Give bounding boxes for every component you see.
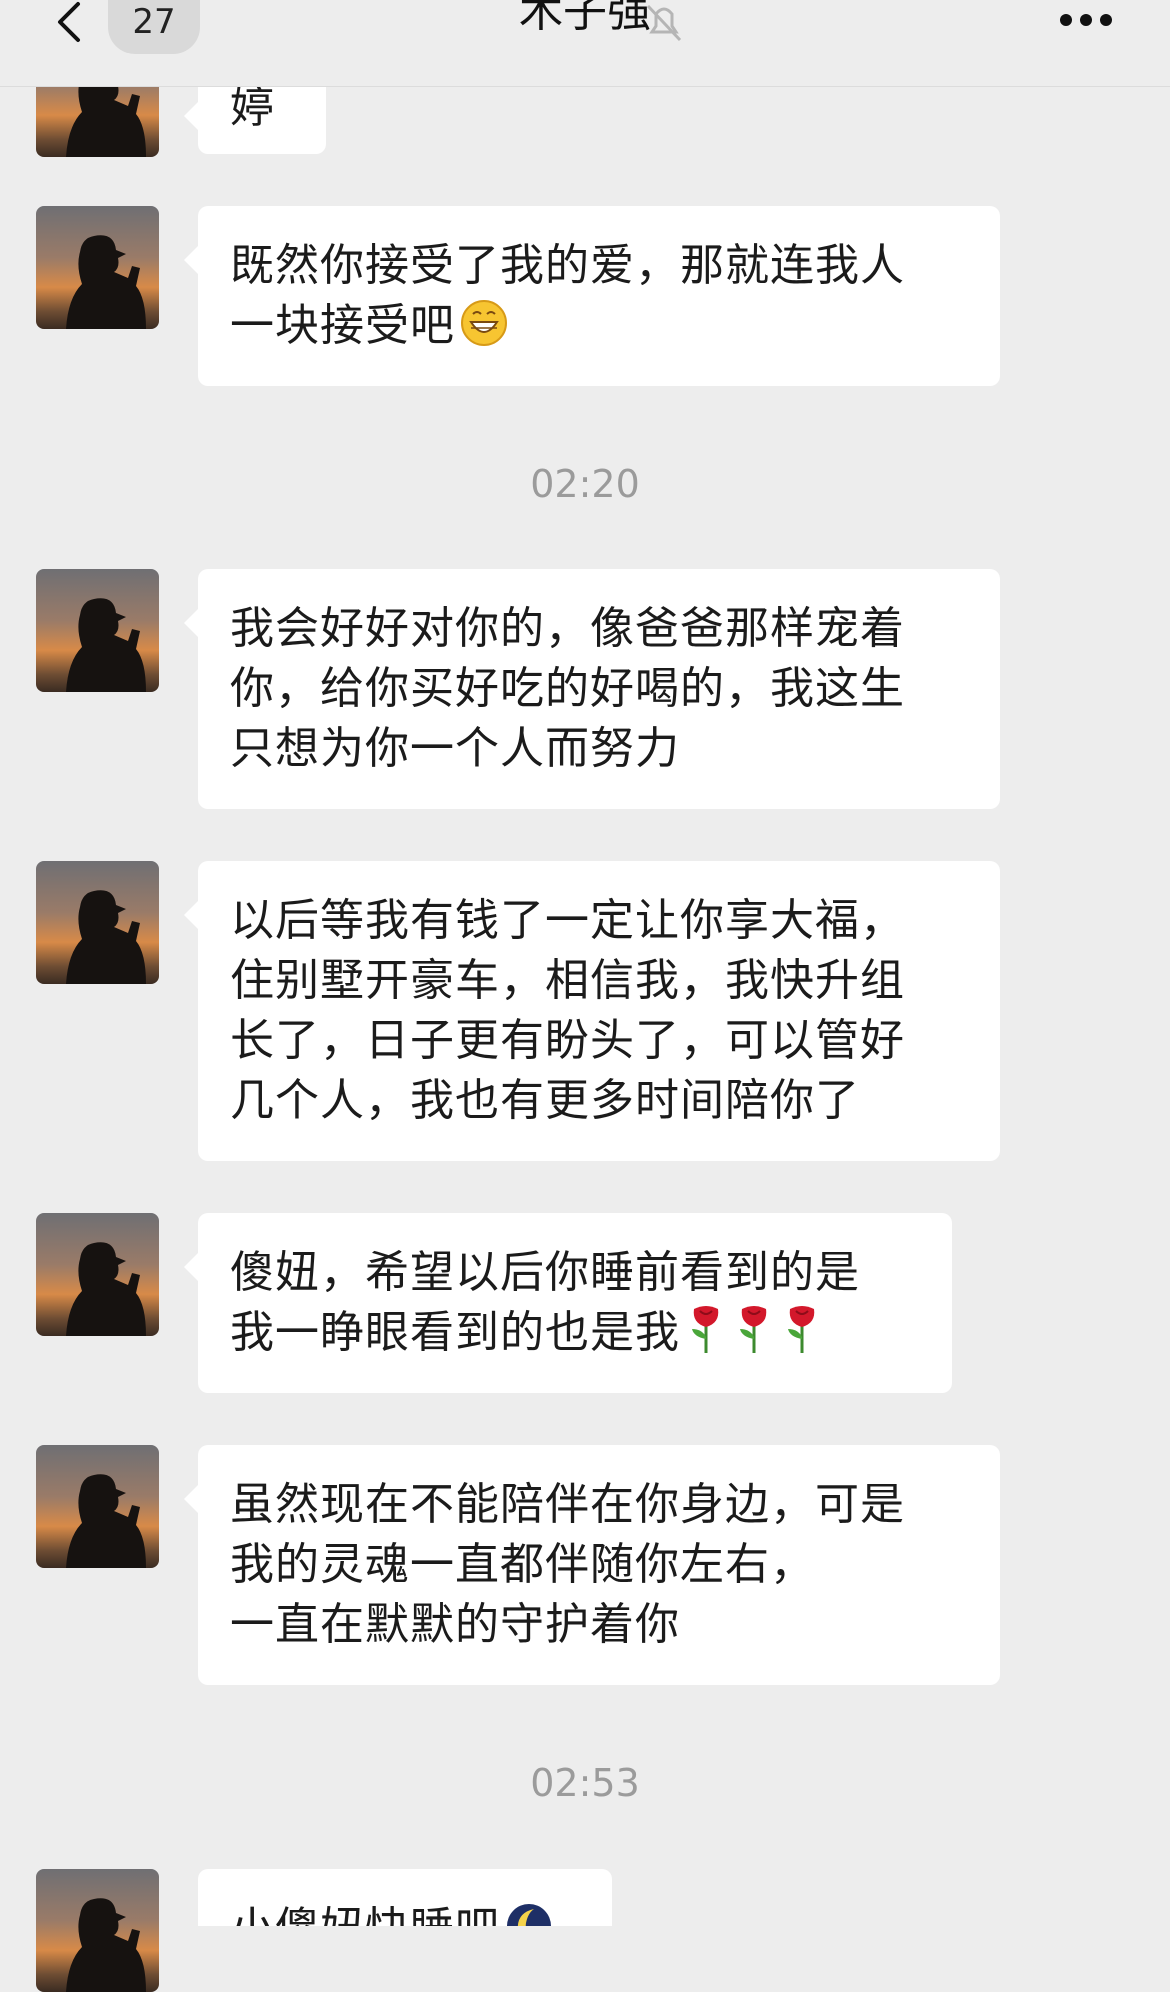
message-bubble[interactable]: 既然你接受了我的爱，那就连我人 一块接受吧: [184, 206, 1000, 386]
message-bubble[interactable]: 以后等我有钱了一定让你享大福， 住别墅开豪车，相信我，我快升组 长了，日子更有盼…: [184, 861, 1000, 1161]
message-text: 几个人，我也有更多时间陪你了: [230, 1075, 860, 1126]
crescent-moon-emoji-icon: [507, 1904, 551, 1926]
more-dots-icon: [1060, 14, 1072, 26]
message-text: 以后等我有钱了一定让你享大福，: [230, 895, 905, 946]
grinning-face-emoji-icon: [461, 300, 507, 346]
message-bubble[interactable]: 小傻妞快睡吧: [198, 1869, 612, 1926]
message-bubble[interactable]: 虽然现在不能陪伴在你身边，可是 我的灵魂一直都伴随你左右， 一直在默默的守护着你: [184, 1445, 1000, 1685]
message-text: 虽然现在不能陪伴在你身边，可是: [230, 1479, 905, 1530]
message-text: 婷: [230, 82, 275, 133]
message-text: 我会好好对你的，像爸爸那样宠着: [230, 603, 905, 654]
chat-title: 木子强: [519, 0, 651, 37]
message-text: 住别墅开豪车，相信我，我快升组: [230, 955, 905, 1006]
bell-muted-icon: [642, 0, 686, 44]
message-text: 长了，日子更有盼头了，可以管好: [230, 1015, 905, 1066]
contact-avatar[interactable]: [36, 1869, 159, 1992]
contact-avatar[interactable]: [36, 1445, 159, 1568]
message-bubble[interactable]: 我会好好对你的，像爸爸那样宠着 你，给你买好吃的好喝的，我这生 只想为你一个人而…: [184, 569, 1000, 809]
contact-avatar[interactable]: [36, 1213, 159, 1336]
message-text: 既然你接受了我的爱，那就连我人: [230, 240, 905, 291]
message-bubble[interactable]: 傻妞，希望以后你睡前看到的是 我一睁眼看到的也是我: [184, 1213, 952, 1393]
message-text: 小傻妞快睡吧: [230, 1903, 500, 1926]
chat-header: 27 木子强: [0, 0, 1170, 87]
rose-emoji-icon: [740, 1306, 767, 1353]
message-text: 一直在默默的守护着你: [230, 1599, 680, 1650]
contact-avatar[interactable]: [36, 569, 159, 692]
timestamp: 02:53: [530, 1761, 640, 1805]
message-text: 我一睁眼看到的也是我: [230, 1307, 680, 1358]
message-text: 傻妞，希望以后你睡前看到的是: [230, 1247, 860, 1298]
message-text: 我的灵魂一直都伴随你左右，: [230, 1539, 815, 1590]
message-text: 你，给你买好吃的好喝的，我这生: [230, 663, 905, 714]
message-text: 只想为你一个人而努力: [230, 723, 680, 774]
message-text: 一块接受吧: [230, 300, 455, 351]
contact-avatar[interactable]: [36, 206, 159, 329]
contact-avatar[interactable]: [36, 861, 159, 984]
timestamp: 02:20: [530, 462, 640, 506]
rose-emoji-icon: [692, 1306, 719, 1353]
rose-emoji-icon: [788, 1306, 815, 1353]
more-options-button[interactable]: [1058, 8, 1118, 38]
